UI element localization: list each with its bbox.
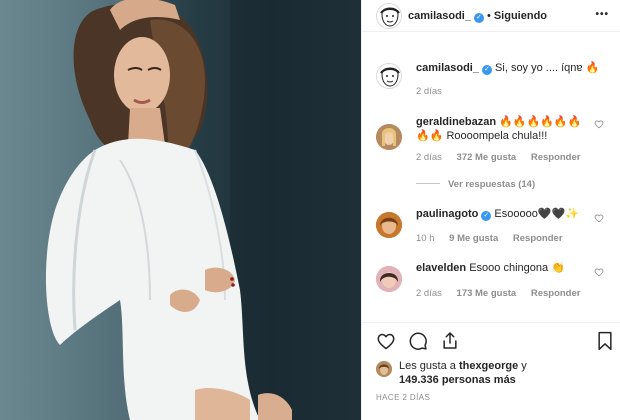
comment-likes[interactable]: 9 Me gusta [449, 233, 498, 244]
comment-username[interactable]: paulinagoto [416, 208, 478, 220]
comment-elavelden: elavelden Esooo chingona 👏 [416, 261, 606, 275]
sketch-face-icon [380, 67, 400, 87]
following-button[interactable]: Siguiendo [494, 10, 547, 22]
like-heart-icon[interactable] [594, 119, 604, 129]
likes-suffix: y [518, 360, 527, 372]
comment-geraldinebazan: geraldinebazan 🔥🔥🔥🔥🔥🔥 🔥🔥 Roooompela chul… [416, 115, 606, 143]
caption-username[interactable]: camilasodi_ [416, 62, 479, 74]
bookmark-icon[interactable] [597, 331, 613, 351]
commenter-avatar[interactable] [376, 212, 402, 238]
comment-username[interactable]: geraldinebazan [416, 116, 496, 128]
post-timestamp[interactable]: HACE 2 DÍAS [376, 393, 430, 402]
avatar-photo-icon [376, 212, 402, 238]
comment-time[interactable]: 10 h [416, 233, 435, 244]
share-icon[interactable] [440, 330, 460, 351]
comment-meta: 2 días 173 Me gusta Responder [416, 288, 580, 299]
comment-meta: 2 días 372 Me gusta Responder [416, 152, 580, 163]
caption-text: camilasodi_ ✓ Si, soy yo .... íqnɐ 🔥 [416, 61, 606, 75]
liker-avatar[interactable] [376, 361, 392, 377]
header-separator: • [486, 10, 491, 22]
likes-prefix: Les gusta a [399, 360, 459, 372]
more-options-icon[interactable]: ••• [595, 9, 609, 20]
comment-body: Esooooo🖤🖤✨ [494, 208, 579, 220]
comment-icon[interactable] [408, 331, 428, 351]
post-photo[interactable] [0, 0, 361, 420]
reply-button[interactable]: Responder [531, 288, 581, 299]
commenter-avatar[interactable] [376, 124, 402, 150]
view-replies-label[interactable]: Ver respuestas (14) [448, 179, 535, 190]
comment-meta: 10 h 9 Me gusta Responder [416, 233, 563, 244]
fire-emoji: 🔥 [585, 62, 600, 74]
replies-line [416, 183, 440, 184]
post-header: camilasodi_ ✓ • Siguiendo ••• [362, 0, 620, 32]
liker-username[interactable]: thexgeorge [459, 360, 518, 372]
comment-likes[interactable]: 173 Me gusta [457, 288, 517, 299]
header-username[interactable]: camilasodi_ [408, 10, 471, 22]
like-heart-icon[interactable] [594, 267, 604, 277]
caption-avatar[interactable] [376, 63, 402, 89]
avatar-photo-icon [376, 124, 402, 150]
avatar-photo-icon [376, 266, 402, 292]
reply-button[interactable]: Responder [531, 152, 581, 163]
caption-body: Si, soy yo .... íqnɐ [495, 62, 583, 74]
fire-emoji: 🔥🔥🔥🔥🔥🔥 [499, 116, 582, 128]
likes-count[interactable]: 149.336 personas más [399, 374, 516, 386]
commenter-avatar[interactable] [376, 266, 402, 292]
comment-body: Esooo chingona 👏 [469, 262, 565, 274]
post-panel: camilasodi_ ✓ • Siguiendo ••• camilasodi_ ✓ … [361, 0, 620, 420]
verified-icon: ✓ [473, 13, 484, 23]
reply-button[interactable]: Responder [513, 233, 563, 244]
header-line: camilasodi_ ✓ • Siguiendo [408, 10, 547, 23]
heart-icon[interactable] [376, 331, 396, 351]
comment-paulinagoto: paulinagoto ✓ Esooooo🖤🖤✨ [416, 207, 606, 221]
likes-summary: Les gusta a thexgeorge y 149.336 persona… [399, 359, 527, 387]
avatar-photo-icon [376, 361, 392, 377]
author-avatar[interactable] [376, 3, 402, 29]
view-replies-button[interactable]: Ver respuestas (14) [416, 179, 535, 190]
actions-divider [362, 322, 620, 323]
comment-likes[interactable]: 372 Me gusta [457, 152, 517, 163]
comment-time[interactable]: 2 días [416, 152, 442, 163]
verified-icon: ✓ [481, 211, 492, 221]
comment-username[interactable]: elavelden [416, 262, 466, 274]
fire-emoji: 🔥🔥 [416, 130, 444, 142]
sketch-face-icon [380, 7, 400, 27]
caption-time[interactable]: 2 días [416, 86, 442, 97]
verified-icon: ✓ [481, 65, 492, 75]
comment-time[interactable]: 2 días [416, 288, 442, 299]
comment-body: Roooompela chula!!! [446, 130, 548, 142]
photo-scene [0, 0, 361, 420]
like-heart-icon[interactable] [594, 213, 604, 223]
